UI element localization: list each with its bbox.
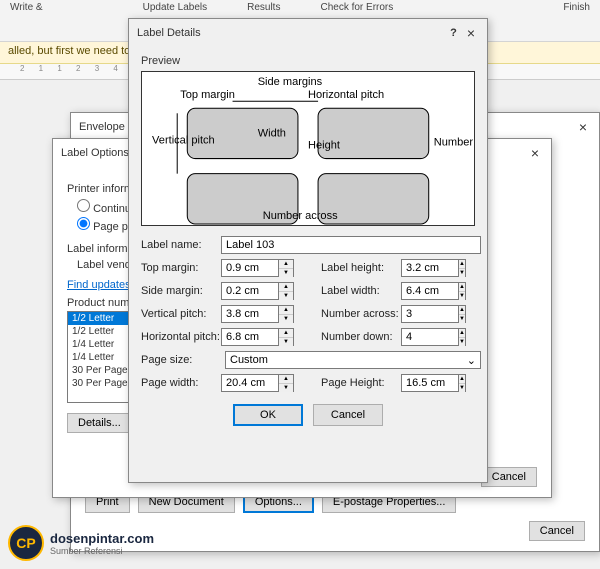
number-across-input[interactable] [401,305,459,323]
label-details-title: Label Details [137,27,201,39]
spinner-icon[interactable]: ▲▼ [459,328,466,346]
spinner-icon[interactable]: ▲▼ [459,282,466,300]
logo: CP dosenpintar.com Sumber Referensi [8,525,154,561]
label-width-input[interactable] [401,282,459,300]
close-icon[interactable]: × [527,145,543,161]
top-margin-label: Top margin [180,89,235,101]
envelopes-title: Envelope [79,121,125,133]
vertical-pitch-label: Vertical pitch: [141,308,221,320]
horizontal-pitch-label: Horizontal pitch: [141,331,221,343]
number-across-label: Number across [263,210,338,222]
side-margin-label: Side margin: [141,285,221,297]
continuous-radio[interactable] [77,199,90,212]
ribbon-results: Results [247,2,280,13]
spinner-icon[interactable]: ▲▼ [459,259,466,277]
ribbon-update-labels[interactable]: Update Labels [143,2,208,13]
label-name-label: Label name: [141,239,221,251]
width-label: Width [258,127,286,139]
envelopes-cancel-button[interactable]: Cancel [529,521,585,541]
details-button[interactable]: Details... [67,413,132,433]
vertical-pitch-input[interactable] [221,305,279,323]
preview-label: Preview [141,55,475,67]
page-size-value: Custom [230,354,268,366]
page-width-label: Page width: [141,377,221,389]
number-across-label: Number across: [321,308,401,320]
label-name-input[interactable] [221,236,481,254]
ribbon-write-label: Write & [10,2,43,13]
logo-badge: CP [8,525,44,561]
page-width-input[interactable] [221,374,279,392]
spinner-icon[interactable]: ▲▼ [459,305,466,323]
logo-name: dosenpintar.com [50,531,154,546]
page-size-select[interactable]: Custom ⌄ [225,351,481,369]
label-details-dialog: Label Details ? × Preview Side margins T… [128,18,488,483]
top-margin-input[interactable] [221,259,279,277]
height-label: Height [308,140,340,152]
label-options-cancel-button[interactable]: Cancel [481,467,537,487]
chevron-down-icon: ⌄ [467,354,476,367]
spinner-icon[interactable]: ▲▼ [279,305,294,323]
spinner-icon[interactable]: ▲▼ [279,282,294,300]
label-height-input[interactable] [401,259,459,277]
close-icon[interactable]: × [463,25,479,41]
number-down-label: Number down [434,136,474,148]
spinner-icon[interactable]: ▲▼ [279,259,294,277]
ribbon-check-errors[interactable]: Check for Errors [320,2,393,13]
label-height-label: Label height: [321,262,401,274]
horizontal-pitch-input[interactable] [221,328,279,346]
help-icon[interactable]: ? [450,27,457,39]
ribbon-finish: Finish [563,2,590,13]
warning-text: alled, but first we need to [8,45,130,57]
label-options-title: Label Options [61,147,129,159]
side-margins-label: Side margins [258,76,323,88]
page-size-label: Page size: [141,354,217,366]
logo-tagline: Sumber Referensi [50,546,154,556]
spinner-icon[interactable]: ▲▼ [459,374,466,392]
horizontal-pitch-label: Horizontal pitch [308,89,384,101]
ok-button[interactable]: OK [233,404,303,426]
page-height-label: Page Height: [321,377,401,389]
top-margin-label: Top margin: [141,262,221,274]
number-down-label: Number down: [321,331,401,343]
side-margin-input[interactable] [221,282,279,300]
number-down-input[interactable] [401,328,459,346]
vertical-pitch-label: Vertical pitch [152,134,215,146]
spinner-icon[interactable]: ▲▼ [279,374,294,392]
preview-diagram: Side margins Top margin Horizontal pitch… [141,71,475,226]
page-height-input[interactable] [401,374,459,392]
cancel-button[interactable]: Cancel [313,404,383,426]
spinner-icon[interactable]: ▲▼ [279,328,294,346]
page-print-radio[interactable] [77,217,90,230]
label-width-label: Label width: [321,285,401,297]
close-icon[interactable]: × [575,119,591,135]
